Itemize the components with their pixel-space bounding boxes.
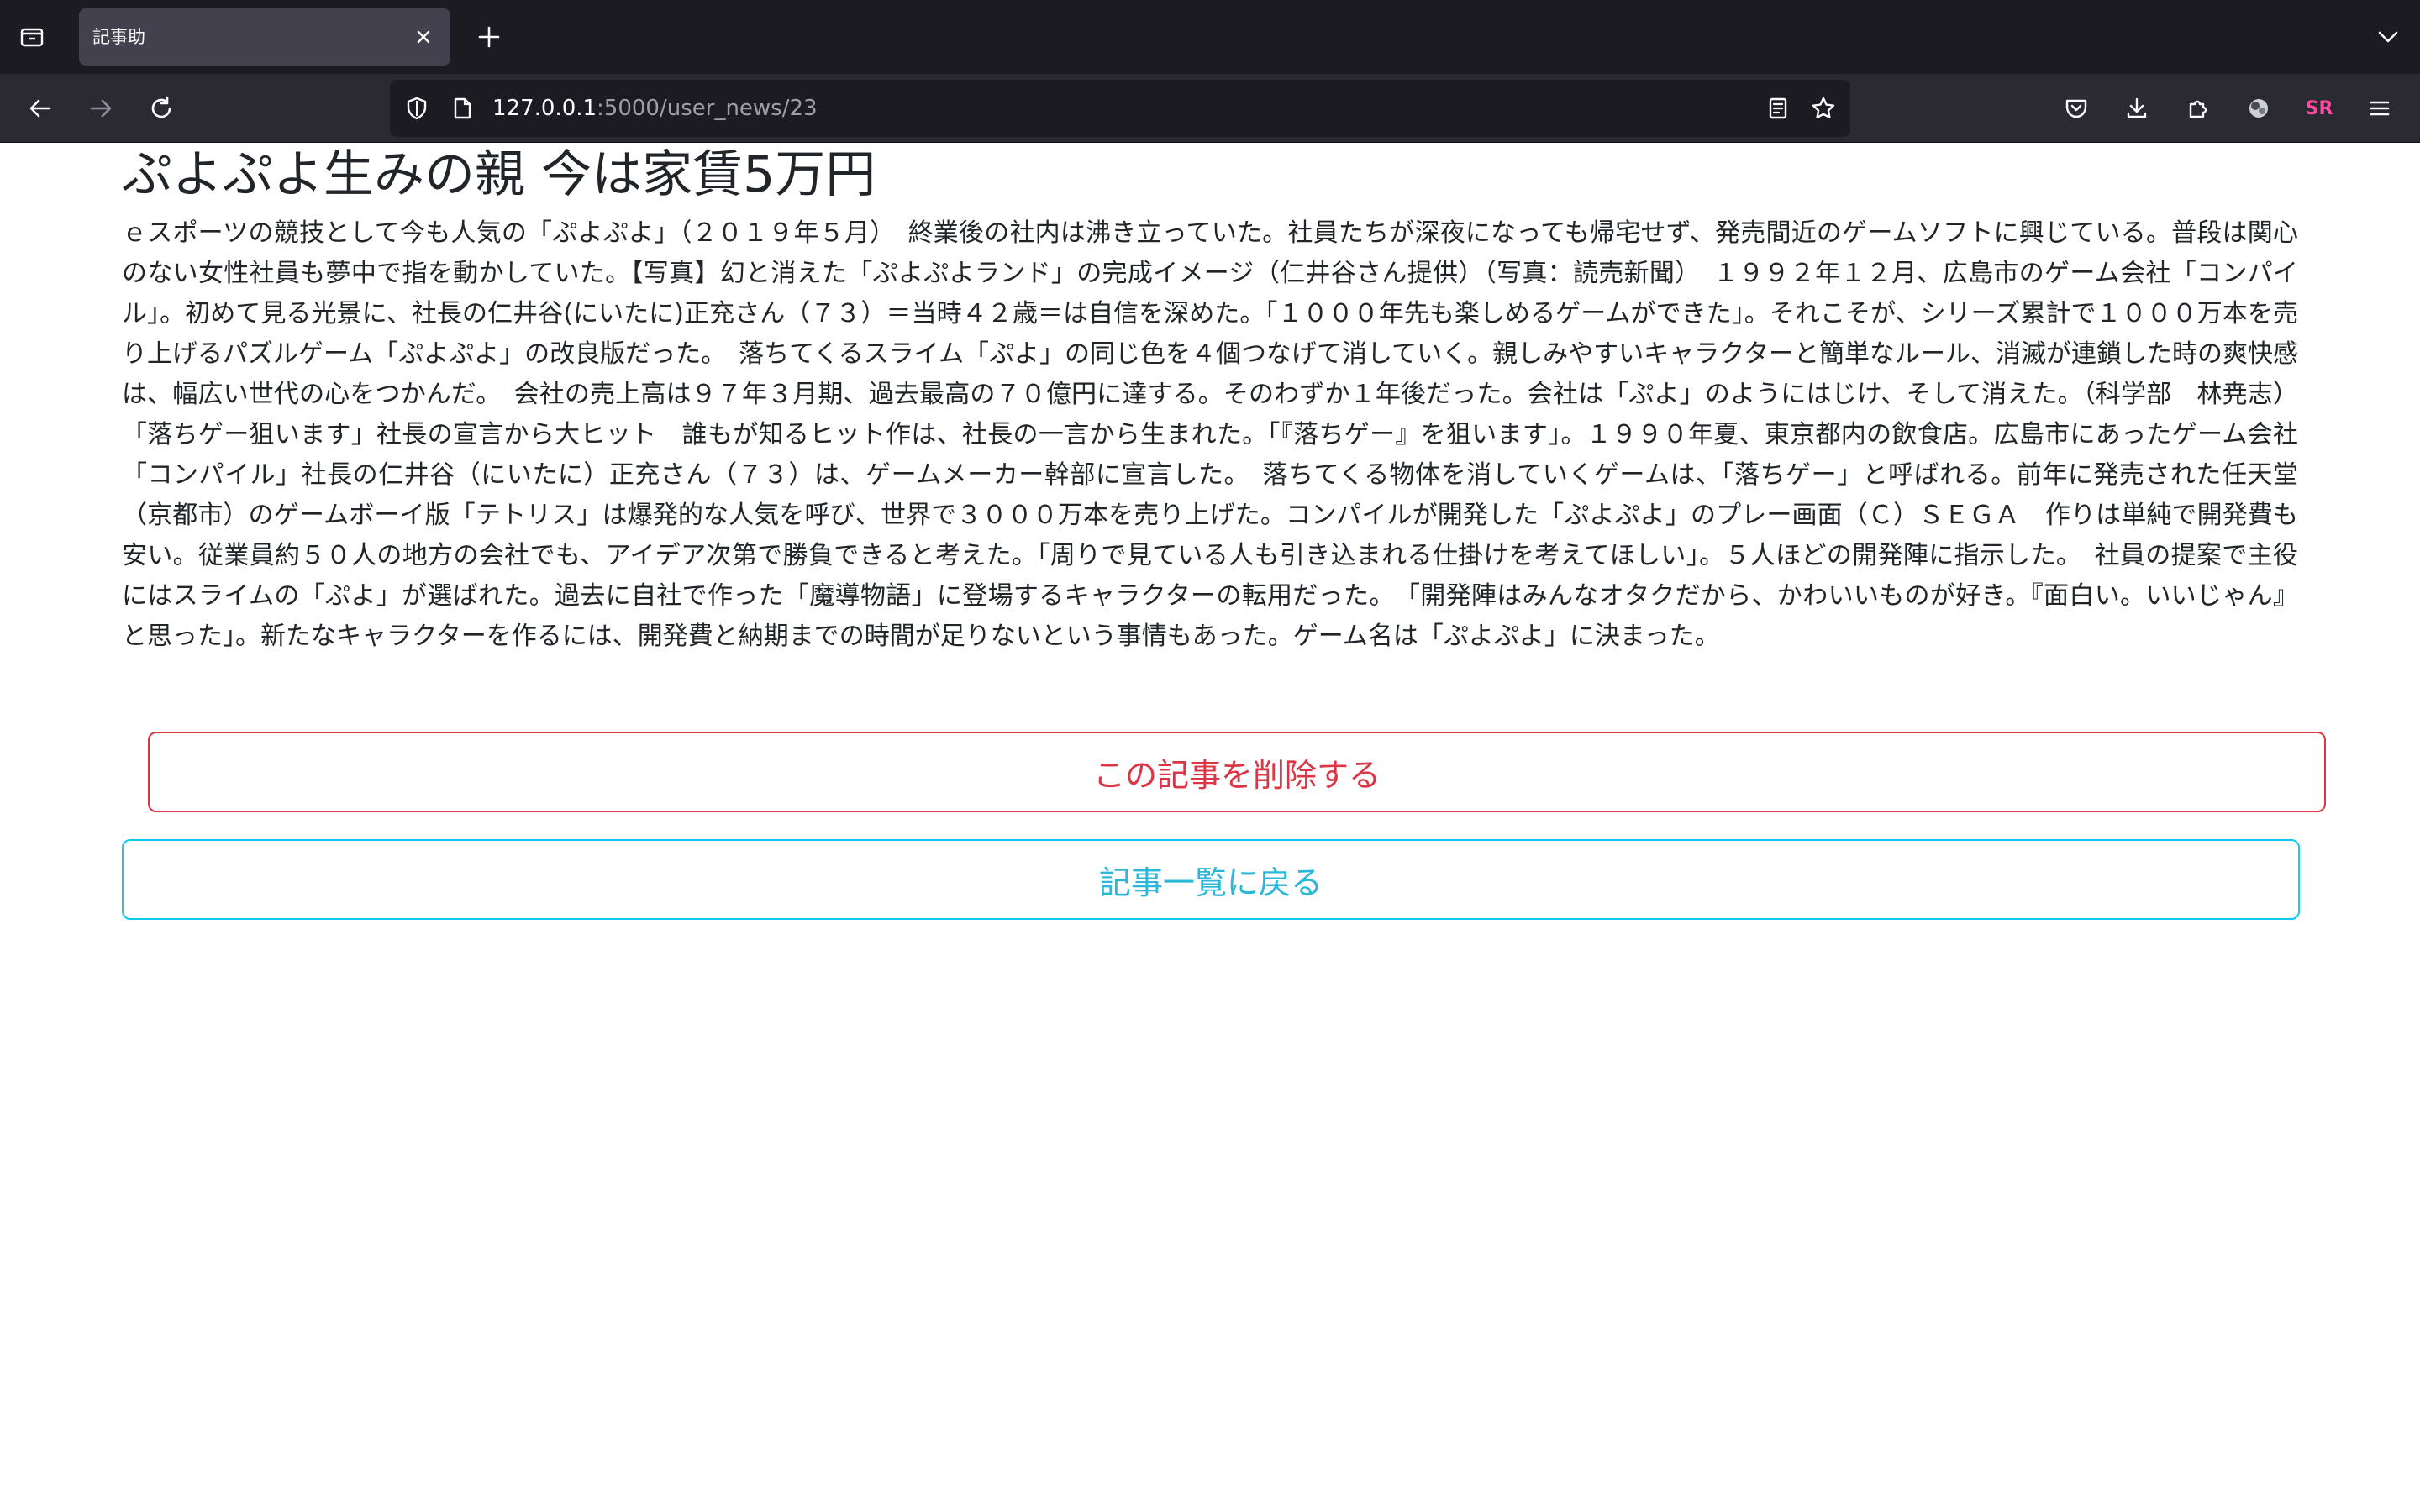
close-icon[interactable] (408, 22, 439, 52)
url-bar[interactable]: 127.0.0.1:5000/user_news/23 (390, 80, 1850, 137)
article-body: ｅスポーツの競技として今も人気の「ぷよぷよ」（２０１９年５月） 終業後の社内は沸… (122, 218, 2298, 651)
navigation-toolbar: 127.0.0.1:5000/user_news/23 SR (0, 74, 2420, 143)
extensions-puzzle-icon[interactable] (2178, 88, 2218, 129)
shield-icon[interactable] (398, 90, 435, 127)
back-arrow-icon[interactable] (20, 88, 60, 129)
reload-icon[interactable] (141, 88, 182, 129)
new-tab-plus-icon[interactable] (471, 18, 508, 55)
back-to-list-button[interactable]: 記事一覧に戻る (122, 839, 2300, 920)
delete-article-button[interactable]: この記事を削除する (148, 732, 2326, 812)
extension-avatar-icon[interactable] (2238, 88, 2279, 129)
url-host: 127.0.0.1 (492, 96, 597, 121)
tab-bar: 記事助 (0, 0, 2420, 74)
pocket-icon[interactable] (2056, 88, 2096, 129)
active-tab[interactable]: 記事助 (79, 8, 450, 66)
tab-list-icon[interactable] (13, 18, 50, 55)
profile-initials: SR (2305, 97, 2333, 119)
url-path: :5000/user_news/23 (597, 96, 818, 121)
page-info-icon[interactable] (444, 90, 481, 127)
profile-initials-icon[interactable]: SR (2299, 88, 2339, 129)
bookmark-star-icon[interactable] (1805, 90, 1842, 127)
hamburger-menu-icon[interactable] (2360, 88, 2400, 129)
article-title: ぷよぷよ生みの親 今は家賃5万円 (122, 145, 876, 204)
download-icon[interactable] (2117, 88, 2157, 129)
article-container: ぷよぷよ生みの親 今は家賃5万円 ｅスポーツの競技として今も人気の「ぷよぷよ」（… (122, 143, 2298, 657)
reader-view-icon[interactable] (1760, 90, 1797, 127)
forward-arrow-icon[interactable] (81, 88, 121, 129)
tab-title: 記事助 (92, 27, 145, 47)
url-text[interactable]: 127.0.0.1:5000/user_news/23 (492, 80, 818, 137)
chevron-down-icon[interactable] (2370, 18, 2407, 55)
